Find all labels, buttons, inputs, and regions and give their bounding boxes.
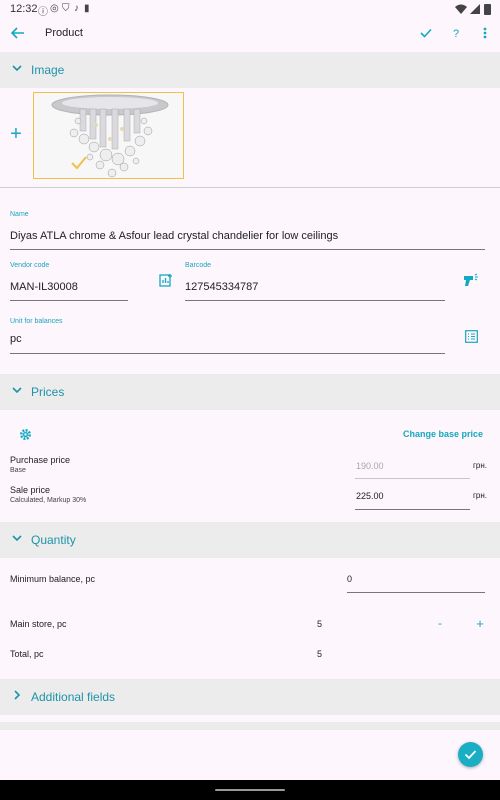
battery-icon — [484, 4, 491, 15]
section-title: Image — [31, 63, 65, 77]
vendor-code-field[interactable]: MAN-IL30008 — [10, 281, 78, 293]
purchase-price-label: Purchase price — [10, 455, 71, 465]
home-indicator[interactable] — [215, 789, 285, 791]
unit-field[interactable]: pc — [10, 333, 22, 345]
purchase-price-sub: Base — [10, 467, 26, 474]
min-balance-field[interactable]: 0 — [347, 574, 352, 584]
sale-price-currency: грн. — [473, 491, 488, 500]
shield-icon: ⛉ — [62, 3, 70, 14]
section-prices-header[interactable]: Prices — [0, 374, 500, 410]
chevron-down-icon — [12, 65, 22, 72]
add-image-button[interactable]: + — [8, 124, 24, 144]
help-button[interactable]: ? — [450, 26, 462, 42]
chevron-down-icon — [12, 535, 22, 542]
section-edge — [0, 722, 500, 730]
barcode-underline — [185, 300, 445, 301]
chart-add-icon — [159, 274, 172, 287]
list-icon — [464, 330, 478, 343]
section-additional-header[interactable]: Additional fields — [0, 679, 500, 715]
vendor-code-label: Vendor code — [10, 262, 50, 269]
back-button[interactable] — [10, 26, 26, 42]
name-underline — [10, 249, 485, 250]
total-label: Total, pc — [10, 649, 44, 659]
barcode-label: Barcode — [185, 262, 212, 269]
generate-code-button[interactable] — [158, 273, 174, 289]
mic-icon: ♪ — [74, 3, 79, 14]
check-icon — [464, 750, 477, 760]
sale-price-underline — [355, 509, 470, 510]
save-fab-button[interactable] — [458, 742, 483, 767]
min-balance-underline — [347, 592, 485, 593]
status-bar: 12:32 ⓘ ◎ ⛉ ♪ ▮ — [0, 0, 500, 18]
signal-icon — [470, 4, 480, 14]
price-settings-button[interactable] — [18, 428, 32, 442]
section-title: Quantity — [31, 533, 76, 547]
unit-label: Unit for balances — [10, 318, 63, 325]
app-bar: Product ? — [0, 18, 500, 52]
min-balance-label: Minimum balance, pc — [10, 574, 96, 584]
sale-price-sub: Calculated, Markup 30% — [10, 497, 87, 504]
purchase-price-underline — [355, 478, 470, 479]
gear-icon — [19, 429, 31, 440]
chevron-right-icon — [14, 690, 21, 700]
total-value: 5 — [317, 649, 323, 659]
section-image-header[interactable]: Image — [0, 52, 500, 88]
scan-barcode-button[interactable] — [463, 273, 479, 289]
main-store-label: Main store, pc — [10, 619, 67, 629]
main-store-value: 5 — [317, 619, 323, 629]
plus-icon: + — [476, 615, 484, 631]
status-time: 12:32 — [10, 3, 38, 15]
sale-price-label: Sale price — [10, 485, 51, 495]
check-icon — [420, 28, 432, 38]
name-label: Name — [10, 211, 29, 218]
increase-button[interactable]: + — [473, 615, 487, 631]
section-title: Additional fields — [31, 690, 116, 704]
chevron-down-icon — [12, 387, 22, 394]
purchase-price-field[interactable]: 190.00 — [356, 461, 384, 471]
help-icon: ? — [452, 28, 460, 40]
product-image[interactable] — [33, 92, 184, 179]
plus-icon: + — [10, 123, 22, 145]
sale-price-field[interactable]: 225.00 — [356, 491, 384, 501]
change-base-price-button[interactable]: Change base price — [403, 429, 483, 439]
page-title: Product — [45, 27, 83, 39]
name-field[interactable]: Diyas ATLA chrome & Asfour lead crystal … — [10, 230, 338, 242]
barcode-field[interactable]: 127545334787 — [185, 281, 258, 293]
section-title: Prices — [31, 385, 65, 399]
minus-icon: - — [438, 616, 442, 630]
barcode-scanner-icon — [464, 273, 478, 286]
clipboard-icon: ▮ — [84, 3, 90, 14]
purchase-price-currency: грн. — [473, 461, 488, 470]
vendor-code-underline — [10, 300, 128, 301]
divider — [0, 187, 500, 188]
wifi-icon — [455, 4, 467, 14]
system-nav-bar — [0, 780, 500, 800]
notification-icon: ⓘ — [38, 7, 48, 18]
sync-icon: ◎ — [50, 3, 59, 14]
unit-underline — [10, 353, 445, 354]
section-quantity-header[interactable]: Quantity — [0, 522, 500, 558]
more-button[interactable] — [480, 26, 490, 42]
decrease-button[interactable]: - — [434, 615, 446, 631]
chandelier-image — [34, 93, 183, 178]
unit-list-button[interactable] — [463, 330, 479, 346]
save-check-button[interactable] — [418, 26, 434, 42]
arrow-left-icon — [10, 27, 24, 39]
more-vert-icon — [483, 27, 487, 39]
